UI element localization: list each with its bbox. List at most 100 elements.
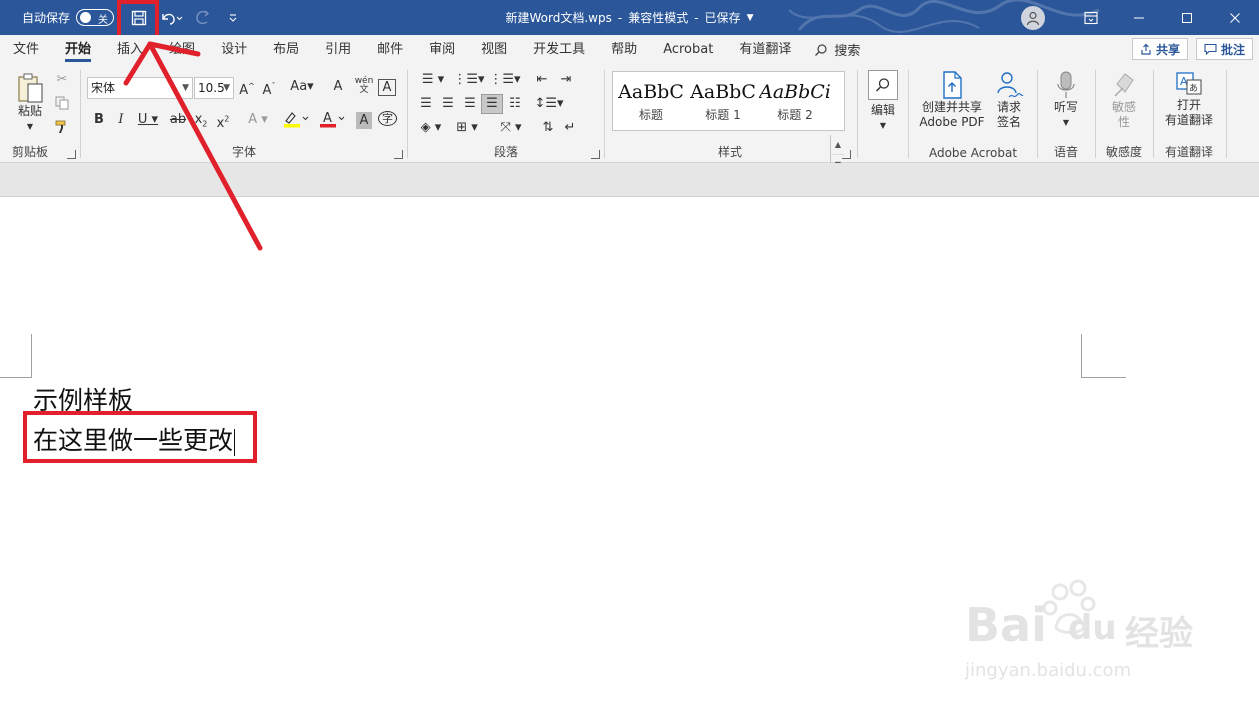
clipboard-launcher[interactable] [67, 150, 76, 159]
redo-button[interactable] [190, 5, 216, 31]
multilevel-list-button[interactable]: ⋮☰▾ [488, 72, 522, 88]
tab-draw[interactable]: 绘图 [156, 35, 208, 64]
close-icon [1230, 12, 1240, 23]
font-color-button[interactable]: A [317, 110, 347, 133]
align-center-button[interactable]: ☰ [438, 96, 458, 112]
shrink-font-button[interactable]: Aˇ [259, 79, 279, 99]
scroll-up-icon[interactable]: ▲ [831, 135, 845, 155]
strikethrough-button[interactable]: ab [169, 112, 187, 128]
tab-references[interactable]: 引用 [312, 35, 364, 64]
create-share-pdf-button[interactable]: 创建并共享 Adobe PDF [917, 70, 987, 130]
cut-button[interactable]: ✂ [54, 72, 70, 88]
style-heading-2[interactable]: AaBbCi 标题 2 [759, 72, 831, 130]
watermark-url: jingyan.baidu.com [965, 660, 1132, 681]
maximize-icon [1182, 12, 1192, 23]
undo-button[interactable] [156, 5, 186, 31]
request-signature-button[interactable]: 请求 签名 [989, 70, 1029, 130]
borders-button[interactable]: ⊞ ▾ [452, 120, 482, 136]
grow-font-button[interactable]: A^ [237, 79, 257, 99]
sensitivity-label: 敏感度 [1105, 145, 1142, 159]
font-size-combo[interactable]: 10.5 ▼ [194, 77, 234, 99]
borders-icon: ⊞ ▾ [456, 120, 478, 135]
save-status[interactable]: 已保存 [705, 9, 741, 26]
align-right-button[interactable]: ☰ [460, 96, 480, 112]
highlight-button[interactable] [281, 110, 311, 133]
paste-button[interactable]: 粘贴 ▼ [10, 72, 50, 134]
tab-insert[interactable]: 插入 [104, 35, 156, 64]
copy-button[interactable] [54, 96, 70, 115]
bold-button[interactable]: B [91, 112, 107, 128]
bullets-button[interactable]: ☰ ▾ [416, 72, 450, 88]
watermark-brand-2: du [1068, 608, 1117, 648]
style-heading[interactable]: AaBbC 标题 [615, 72, 687, 130]
title-bar: 自动保存 关 新建Word文档.wps - 兼容性模式 - 已保存 ▼ [0, 0, 1259, 35]
tab-developer[interactable]: 开发工具 [520, 35, 598, 64]
font-name-combo[interactable]: 宋体 ▼ [87, 77, 193, 99]
tab-design[interactable]: 设计 [208, 35, 260, 64]
italic-button[interactable]: I [113, 112, 129, 128]
clear-formatting-button[interactable]: A [329, 79, 347, 95]
youdao-group: A あ 打开 有道翻译 有道翻译 [1154, 64, 1224, 163]
tell-me-search[interactable]: 搜索 [814, 40, 860, 59]
superscript-button[interactable]: x2 [215, 112, 231, 132]
paste-label: 粘贴 [17, 104, 42, 118]
enclose-characters-button[interactable]: 字 [378, 111, 397, 127]
line-spacing-button[interactable]: ↕☰▾ [532, 96, 566, 112]
text-effects-icon: A ▾ [248, 112, 268, 127]
tab-file[interactable]: 文件 [0, 35, 52, 64]
character-shading-button[interactable]: A [356, 112, 372, 129]
sensitivity-button[interactable]: 敏感 性 [1104, 70, 1144, 130]
justify-button[interactable]: ☰ [481, 94, 503, 114]
share-button[interactable]: 共享 [1131, 38, 1188, 60]
scissors-icon: ✂ [56, 72, 68, 87]
text-effects-button[interactable]: A ▾ [245, 112, 271, 128]
window-controls [1021, 0, 1259, 35]
character-border-button[interactable]: A [378, 79, 396, 96]
asian-layout-button[interactable]: ⤧ ▾ [494, 120, 528, 136]
chevron-down-icon[interactable]: ▼ [747, 13, 754, 23]
bullets-icon: ☰ ▾ [421, 72, 445, 87]
ribbon-display-button[interactable] [1067, 0, 1115, 35]
underline-button[interactable]: U ▾ [135, 112, 161, 128]
brush-icon [55, 120, 66, 133]
dictate-button[interactable]: 听写 ▼ [1048, 70, 1084, 130]
tab-review[interactable]: 审阅 [416, 35, 468, 64]
numbering-button[interactable]: ⋮☰▾ [452, 72, 486, 88]
open-youdao-button[interactable]: A あ 打开 有道翻译 [1159, 70, 1219, 128]
shading-button[interactable]: ◈ ▾ [416, 120, 446, 136]
youdao-label: 有道翻译 [1164, 145, 1213, 159]
decrease-indent-button[interactable]: ⇤ [532, 72, 552, 88]
sort-button[interactable]: ⇅ [538, 120, 558, 136]
tab-acrobat[interactable]: Acrobat [650, 35, 726, 64]
autosave-toggle[interactable]: 关 [76, 9, 115, 26]
close-button[interactable] [1211, 0, 1259, 35]
tab-help[interactable]: 帮助 [598, 35, 650, 64]
tab-home[interactable]: 开始 [52, 35, 104, 64]
minimize-button[interactable] [1115, 0, 1163, 35]
maximize-button[interactable] [1163, 0, 1211, 35]
increase-indent-button[interactable]: ⇥ [556, 72, 576, 88]
comments-button[interactable]: 批注 [1195, 38, 1253, 60]
redo-icon [196, 10, 210, 24]
chevron-down-icon: ▼ [26, 122, 34, 131]
tab-mailings[interactable]: 邮件 [364, 35, 416, 64]
signature-icon [997, 72, 1024, 98]
format-painter-button[interactable] [54, 120, 70, 139]
watermark-cn: 经验 [1125, 614, 1193, 654]
font-launcher[interactable] [394, 150, 403, 159]
distributed-button[interactable]: ☷ [505, 96, 525, 112]
sensitivity-btn-label-2: 性 [1117, 115, 1130, 129]
tab-layout[interactable]: 布局 [260, 35, 312, 64]
paragraph-launcher[interactable] [591, 150, 600, 159]
subscript-button[interactable]: x2 [193, 112, 209, 133]
align-left-button[interactable]: ☰ [416, 96, 436, 112]
tab-youdao[interactable]: 有道翻译 [726, 35, 804, 64]
tab-view[interactable]: 视图 [468, 35, 520, 64]
avatar[interactable] [1021, 5, 1045, 30]
style-heading-1[interactable]: AaBbC 标题 1 [687, 72, 759, 130]
customize-qat-button[interactable] [220, 5, 246, 31]
change-case-button[interactable]: Aa▾ [287, 79, 317, 95]
editing-button[interactable]: 编辑 ▼ [866, 70, 900, 133]
phonetic-guide-button[interactable]: wén 文 [354, 77, 374, 95]
show-marks-button[interactable]: ↵ [560, 120, 580, 136]
